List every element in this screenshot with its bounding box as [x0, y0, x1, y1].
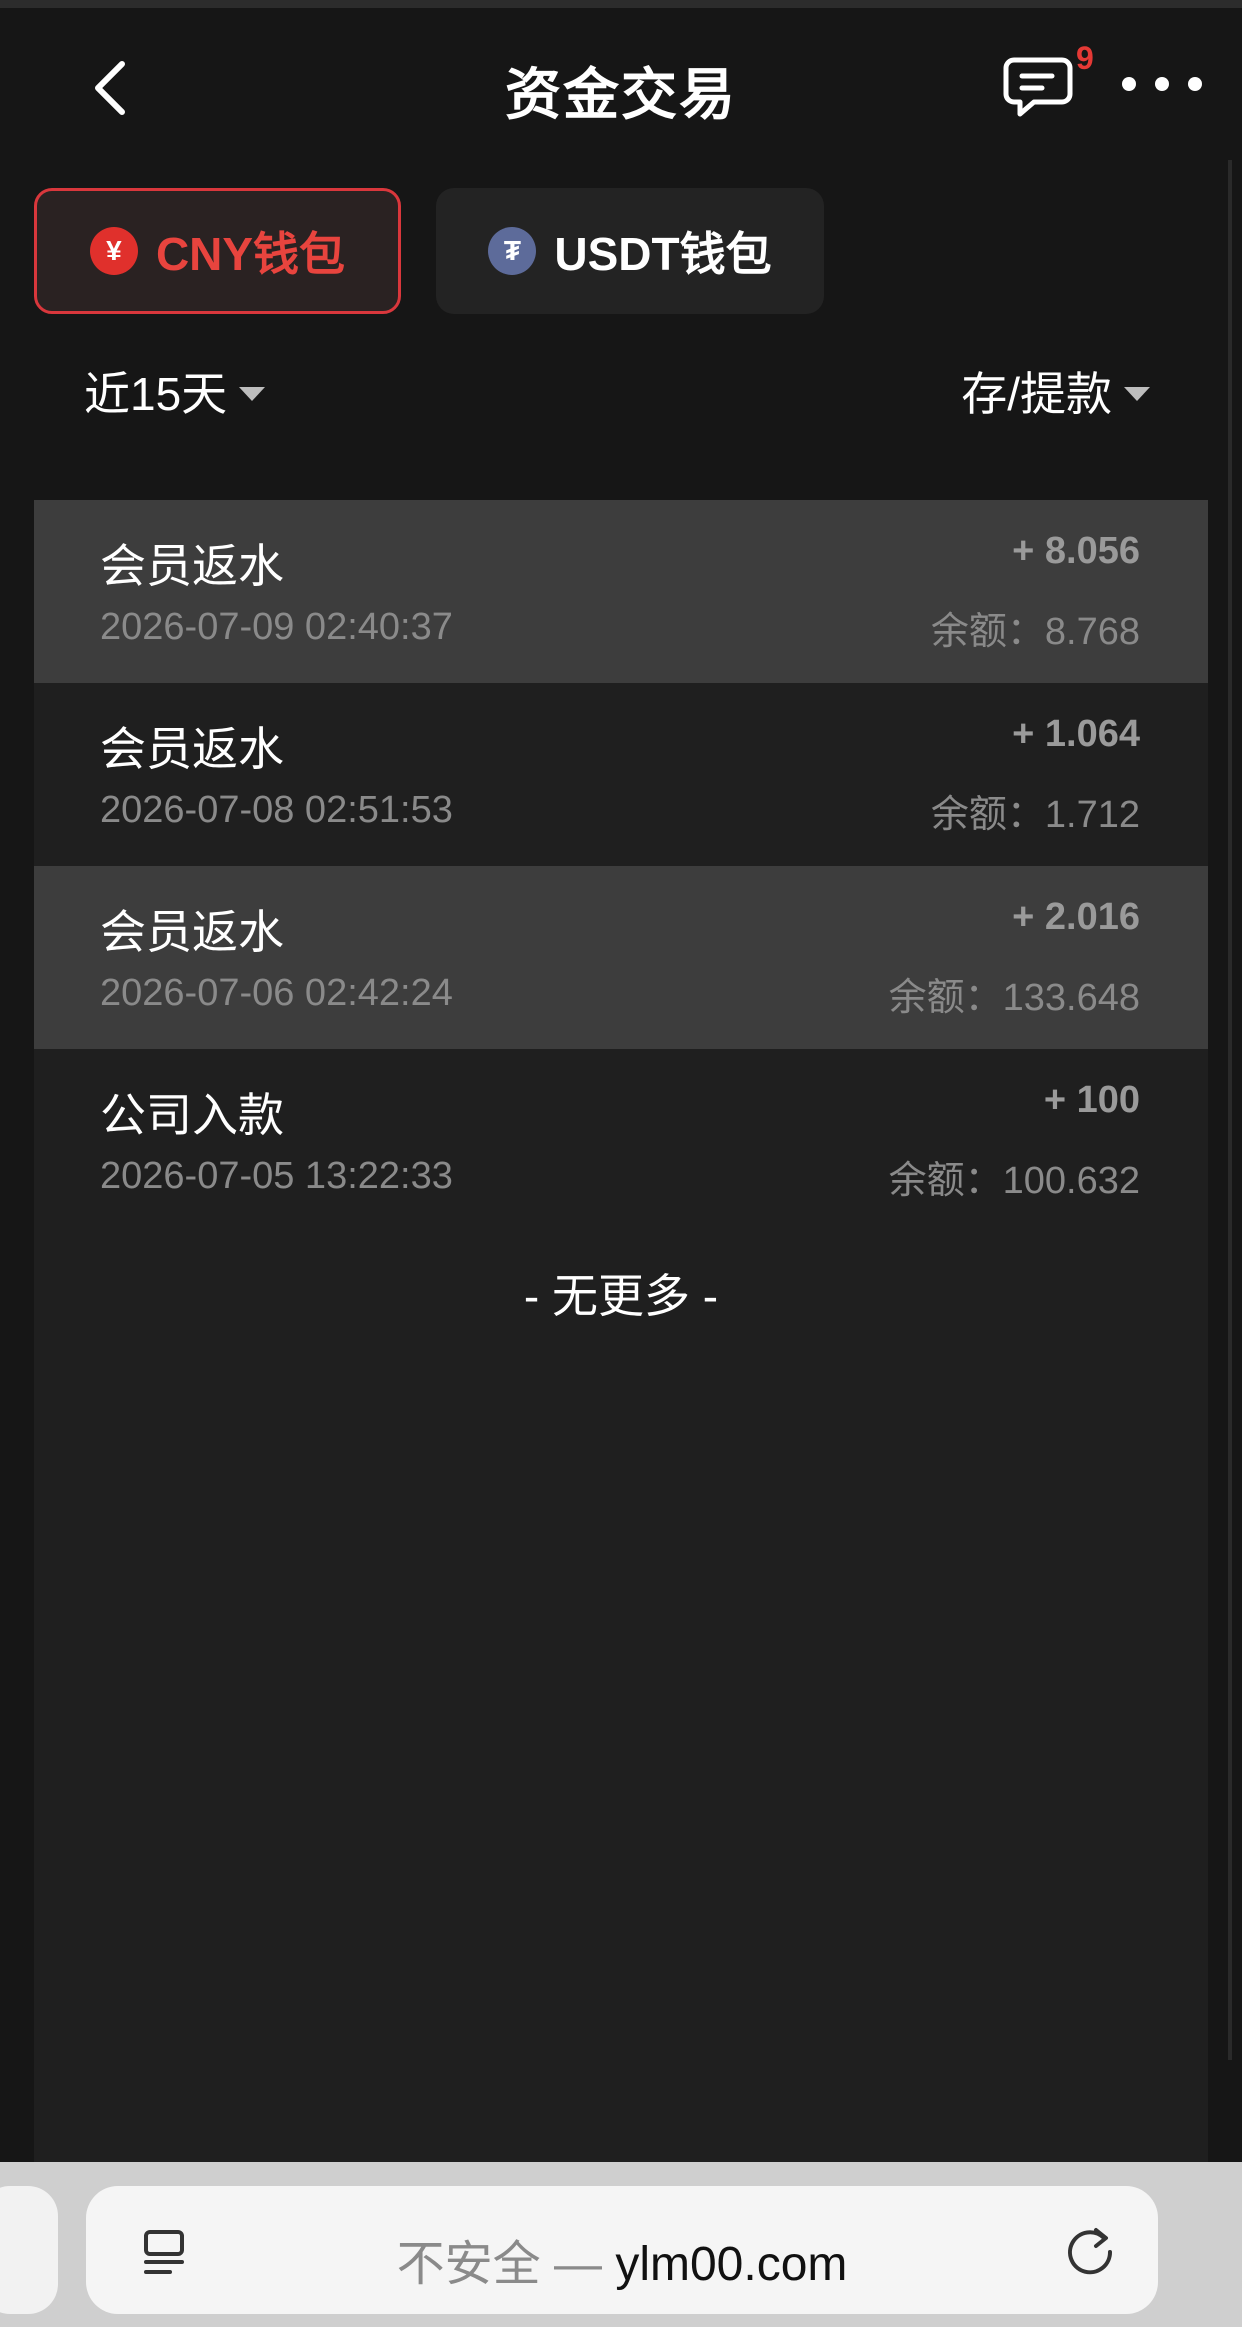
tab-cny-wallet[interactable]: ¥ CNY钱包: [34, 188, 401, 314]
transaction-balance: 余额：133.648: [888, 977, 1140, 1019]
transaction-balance: 余额：1.712: [930, 794, 1140, 836]
caret-down-icon: [239, 387, 266, 401]
transaction-title: 公司入款: [100, 1089, 284, 1141]
transaction-list: 会员返水 2026-07-09 02:40:37 + 8.056 余额：8.76…: [34, 500, 1208, 2162]
transaction-title: 会员返水: [100, 540, 284, 592]
url-display: 不安全 — ylm00.com: [86, 2224, 1158, 2294]
address-bar[interactable]: 不安全 — ylm00.com: [86, 2186, 1158, 2314]
transaction-amount: + 100: [1043, 1079, 1140, 1121]
more-menu-button[interactable]: [1122, 64, 1202, 104]
insecure-label: 不安全 —: [396, 2238, 602, 2291]
messages-button[interactable]: [1000, 48, 1080, 128]
tab-usdt-wallet[interactable]: ₮ USDT钱包: [436, 188, 824, 314]
page: 资金交易 9 ¥ CNY钱包 ₮ USDT钱包 近15天 存/提款 会员返水 2…: [0, 0, 1242, 2327]
domain-label: ylm00.com: [615, 2238, 848, 2291]
transaction-amount: + 1.064: [1012, 713, 1140, 755]
transaction-amount: + 8.056: [1012, 530, 1140, 572]
caret-down-icon: [1124, 387, 1150, 401]
transaction-title: 会员返水: [100, 906, 284, 958]
status-strip: [0, 0, 1242, 8]
transaction-time: 2026-07-06 02:42:24: [100, 972, 453, 1014]
transaction-row[interactable]: 会员返水 2026-07-06 02:42:24 + 2.016 余额：133.…: [34, 866, 1208, 1049]
transaction-balance: 余额：8.768: [930, 611, 1140, 653]
message-count-badge: 9: [1076, 40, 1094, 76]
yuan-coin-icon: ¥: [89, 227, 138, 275]
transaction-title: 会员返水: [100, 723, 284, 775]
type-filter-dropdown[interactable]: 存/提款: [961, 358, 1150, 424]
transaction-amount: + 2.016: [1012, 896, 1140, 938]
browser-toolbar: 不安全 — ylm00.com: [0, 2162, 1242, 2327]
more-dot-icon: [1155, 77, 1169, 91]
period-filter-dropdown[interactable]: 近15天: [84, 358, 266, 424]
type-filter-label: 存/提款: [961, 368, 1112, 420]
chat-bubble-icon: [1003, 57, 1073, 117]
more-dot-icon: [1122, 77, 1136, 91]
transaction-balance: 余额：100.632: [888, 1160, 1140, 1202]
transaction-row[interactable]: 会员返水 2026-07-08 02:51:53 + 1.064 余额：1.71…: [34, 683, 1208, 866]
tab-label: USDT钱包: [554, 228, 772, 280]
transaction-time: 2026-07-09 02:40:37: [100, 606, 453, 648]
transaction-time: 2026-07-08 02:51:53: [100, 789, 453, 831]
tab-label: CNY钱包: [155, 228, 346, 280]
previous-tab-preview[interactable]: [0, 2186, 58, 2314]
period-filter-label: 近15天: [84, 368, 228, 420]
transaction-time: 2026-07-05 13:22:33: [100, 1155, 453, 1197]
more-dot-icon: [1188, 77, 1202, 91]
transaction-row[interactable]: 会员返水 2026-07-09 02:40:37 + 8.056 余额：8.76…: [34, 500, 1208, 683]
transaction-row[interactable]: 公司入款 2026-07-05 13:22:33 + 100 余额：100.63…: [34, 1049, 1208, 1232]
scrollbar[interactable]: [1228, 160, 1232, 2060]
tether-coin-icon: ₮: [488, 227, 537, 275]
reload-icon[interactable]: [1060, 2220, 1120, 2280]
list-end-label: - 无更多 -: [523, 1270, 719, 1322]
header: 资金交易 9: [0, 8, 1242, 158]
